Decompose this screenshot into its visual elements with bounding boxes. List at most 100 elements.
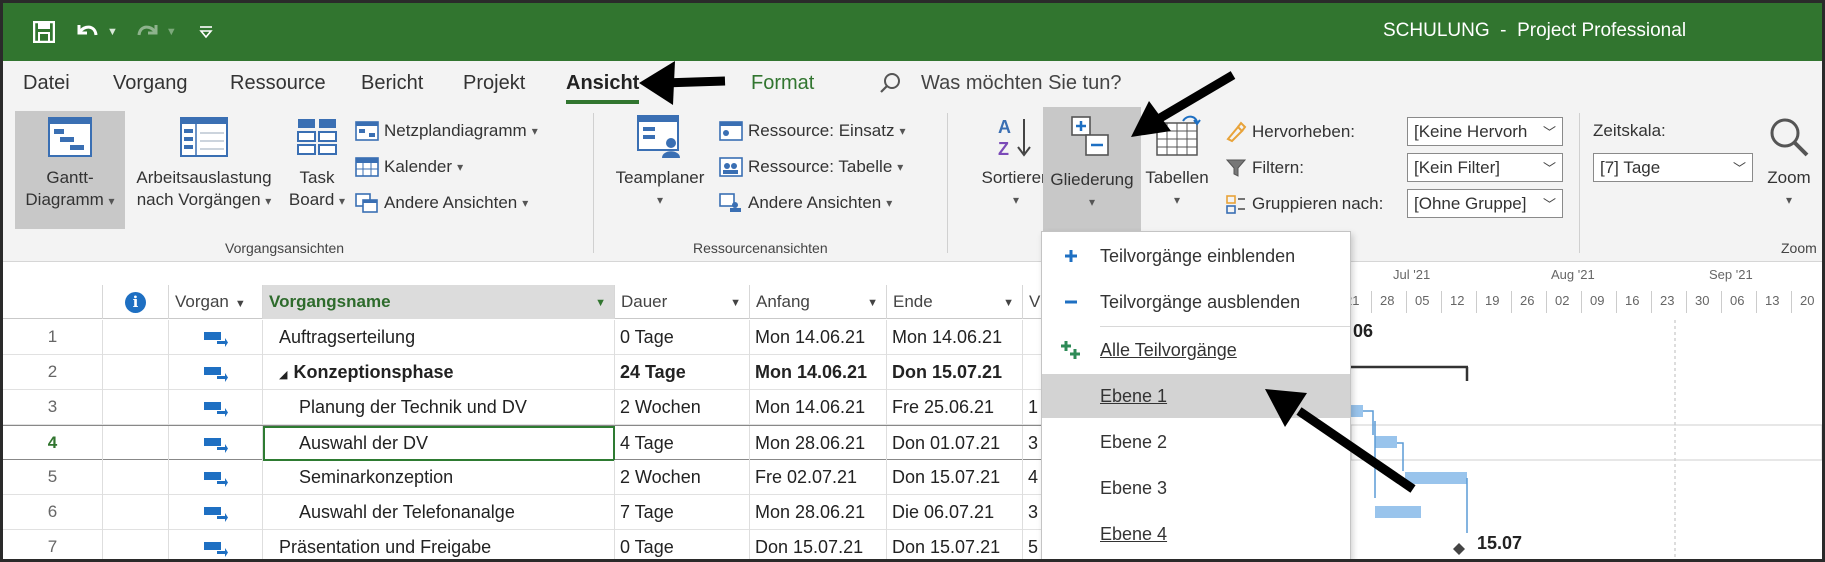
task-name-cell[interactable]: Präsentation und Freigabe bbox=[263, 530, 615, 559]
task-name-cell[interactable]: Planung der Technik und DV bbox=[263, 390, 615, 425]
row-number[interactable]: 2 bbox=[3, 355, 103, 390]
task-ende-cell[interactable]: Mon 14.06.21 bbox=[887, 320, 1023, 355]
indicators-column-header[interactable]: i bbox=[103, 285, 169, 319]
tab-vorgang[interactable]: Vorgang bbox=[113, 72, 188, 95]
dropdown-arrow-icon[interactable]: ▼ bbox=[235, 298, 246, 310]
modus-column-header[interactable]: Vorgan ▼ bbox=[169, 285, 263, 319]
task-ende-cell[interactable]: Die 06.07.21 bbox=[887, 495, 1023, 530]
tab-format[interactable]: Format bbox=[751, 72, 814, 95]
row-number[interactable]: 6 bbox=[3, 495, 103, 530]
task-anfang-cell[interactable]: Mon 14.06.21 bbox=[750, 390, 887, 425]
menu-item-alle-teilvorgaenge[interactable]: Alle Teilvorgänge bbox=[1042, 328, 1350, 372]
table-row[interactable]: 7 Präsentation und Freigabe 0 Tage Don 15.0… bbox=[3, 530, 1043, 559]
task-anfang-cell[interactable]: Don 15.07.21 bbox=[750, 530, 887, 559]
task-mode-cell[interactable] bbox=[169, 530, 263, 559]
gliederung-button[interactable]: Gliederung ▾ bbox=[1043, 107, 1141, 231]
row-number[interactable]: 3 bbox=[3, 390, 103, 425]
task-vorg-cell[interactable] bbox=[1023, 320, 1043, 355]
ressource-einsatz-button[interactable]: Ressource: Einsatz ▾ bbox=[719, 121, 905, 141]
task-dauer-cell[interactable]: 4 Tage bbox=[615, 426, 750, 461]
menu-item-teilvorgaenge-ausblenden[interactable]: Teilvorgänge ausblenden bbox=[1042, 280, 1350, 324]
task-vorg-cell[interactable]: 1 bbox=[1023, 390, 1043, 425]
table-row[interactable]: 1 Auftragserteilung 0 Tage Mon 14.06.21 Mon … bbox=[3, 320, 1043, 355]
indicator-cell[interactable] bbox=[103, 460, 169, 495]
gantt-bar[interactable] bbox=[1405, 472, 1467, 484]
task-name-cell[interactable]: ◢ Konzeptionsphase bbox=[263, 355, 615, 390]
undo-dropdown-icon[interactable]: ▼ bbox=[107, 26, 118, 38]
task-ende-cell[interactable]: Don 15.07.21 bbox=[887, 355, 1023, 390]
task-anfang-cell[interactable]: Mon 14.06.21 bbox=[750, 320, 887, 355]
table-row[interactable]: 2 ◢ Konzeptionsphase 24 Tage Mon 14.06.21 Don… bbox=[3, 355, 1043, 390]
tab-projekt[interactable]: Projekt bbox=[463, 72, 525, 95]
row-number[interactable]: 4 bbox=[3, 426, 103, 461]
ende-column-header[interactable]: Ende ▼ bbox=[887, 285, 1023, 319]
select-all-corner[interactable] bbox=[3, 285, 103, 319]
tabellen-button[interactable]: Tabellen ▾ bbox=[1141, 111, 1213, 229]
tell-me-input[interactable]: Was möchten Sie tun? bbox=[921, 72, 1121, 95]
task-vorg-cell[interactable]: 3 bbox=[1023, 426, 1043, 461]
row-number[interactable]: 5 bbox=[3, 460, 103, 495]
task-dauer-cell[interactable]: 2 Wochen bbox=[615, 460, 750, 495]
undo-button[interactable] bbox=[73, 17, 103, 47]
indicator-cell[interactable] bbox=[103, 320, 169, 355]
gantt-bar[interactable] bbox=[1351, 405, 1363, 417]
andere-ansichten-vorgang-button[interactable]: Andere Ansichten ▾ bbox=[355, 193, 528, 213]
redo-button[interactable] bbox=[132, 17, 162, 47]
dropdown-arrow-icon[interactable]: ▼ bbox=[1003, 297, 1014, 309]
table-row[interactable]: 6 Auswahl der Telefonanalge 7 Tage Mon 28.0… bbox=[3, 495, 1043, 530]
teamplaner-button[interactable]: Teamplaner ▾ bbox=[607, 111, 713, 229]
tab-datei[interactable]: Datei bbox=[23, 72, 70, 95]
menu-item-ebene-2[interactable]: Ebene 2 bbox=[1042, 420, 1350, 464]
menu-item-ebene-1[interactable]: Ebene 1 bbox=[1042, 374, 1350, 418]
task-name-cell[interactable]: Auftragserteilung bbox=[263, 320, 615, 355]
task-vorg-cell[interactable]: 3 bbox=[1023, 495, 1043, 530]
task-dauer-cell[interactable]: 7 Tage bbox=[615, 495, 750, 530]
vorgaenger-column-header[interactable]: V bbox=[1023, 285, 1043, 319]
task-vorg-cell[interactable]: 5 bbox=[1023, 530, 1043, 559]
task-ende-cell[interactable]: Don 15.07.21 bbox=[887, 460, 1023, 495]
indicator-cell[interactable] bbox=[103, 426, 169, 461]
dropdown-arrow-icon[interactable]: ▼ bbox=[867, 297, 878, 309]
table-row[interactable]: 3 Planung der Technik und DV 2 Wochen Mon 1… bbox=[3, 390, 1043, 425]
menu-item-ebene-4[interactable]: Ebene 4 bbox=[1042, 512, 1350, 556]
row-number[interactable]: 1 bbox=[3, 320, 103, 355]
dropdown-arrow-icon[interactable]: ▼ bbox=[595, 297, 606, 309]
vorgangsname-column-header[interactable]: Vorgangsname ▼ bbox=[263, 285, 615, 319]
gantt-bar[interactable] bbox=[1375, 436, 1397, 448]
redo-dropdown-icon[interactable]: ▼ bbox=[166, 26, 177, 38]
tab-bericht[interactable]: Bericht bbox=[361, 72, 423, 95]
task-vorg-cell[interactable]: 4 bbox=[1023, 460, 1043, 495]
save-button[interactable] bbox=[29, 17, 59, 47]
task-ende-cell[interactable]: Fre 25.06.21 bbox=[887, 390, 1023, 425]
search-icon[interactable] bbox=[878, 71, 902, 95]
task-dauer-cell[interactable]: 24 Tage bbox=[615, 355, 750, 390]
row-number[interactable]: 7 bbox=[3, 530, 103, 559]
task-anfang-cell[interactable]: Fre 02.07.21 bbox=[750, 460, 887, 495]
arbeitsauslastung-button[interactable]: Arbeitsauslastung nach Vorgängen ▾ bbox=[129, 111, 279, 229]
collapse-triangle-icon[interactable]: ◢ bbox=[279, 369, 287, 381]
task-mode-cell[interactable] bbox=[169, 320, 263, 355]
tab-ansicht[interactable]: Ansicht bbox=[566, 72, 640, 104]
tab-ressource[interactable]: Ressource bbox=[230, 72, 326, 95]
task-mode-cell[interactable] bbox=[169, 460, 263, 495]
task-mode-cell[interactable] bbox=[169, 495, 263, 530]
task-anfang-cell[interactable]: Mon 28.06.21 bbox=[750, 426, 887, 461]
milestone-marker[interactable] bbox=[1453, 543, 1465, 555]
dauer-column-header[interactable]: Dauer ▼ bbox=[615, 285, 750, 319]
task-vorg-cell[interactable] bbox=[1023, 355, 1043, 390]
indicator-cell[interactable] bbox=[103, 355, 169, 390]
task-mode-cell[interactable] bbox=[169, 355, 263, 390]
task-name-cell[interactable]: Seminarkonzeption bbox=[263, 460, 615, 495]
kalender-button[interactable]: Kalender ▾ bbox=[355, 157, 463, 177]
task-mode-cell[interactable] bbox=[169, 426, 263, 461]
table-row[interactable]: 4 Auswahl der DV 4 Tage Mon 28.06.21 Don 01.… bbox=[3, 425, 1043, 461]
task-board-button[interactable]: Task Board ▾ bbox=[283, 111, 351, 229]
dropdown-arrow-icon[interactable]: ▼ bbox=[730, 297, 741, 309]
menu-item-ebene-3[interactable]: Ebene 3 bbox=[1042, 466, 1350, 510]
indicator-cell[interactable] bbox=[103, 530, 169, 559]
task-name-cell[interactable]: Auswahl der Telefonanalge bbox=[263, 495, 615, 530]
gantt-diagramm-button[interactable]: Gantt- Diagramm ▾ bbox=[15, 111, 125, 229]
filtern-select[interactable]: [Kein Filter] ﹀ bbox=[1407, 153, 1563, 182]
hervorheben-select[interactable]: [Keine Hervorh ﹀ bbox=[1407, 117, 1563, 146]
task-dauer-cell[interactable]: 2 Wochen bbox=[615, 390, 750, 425]
